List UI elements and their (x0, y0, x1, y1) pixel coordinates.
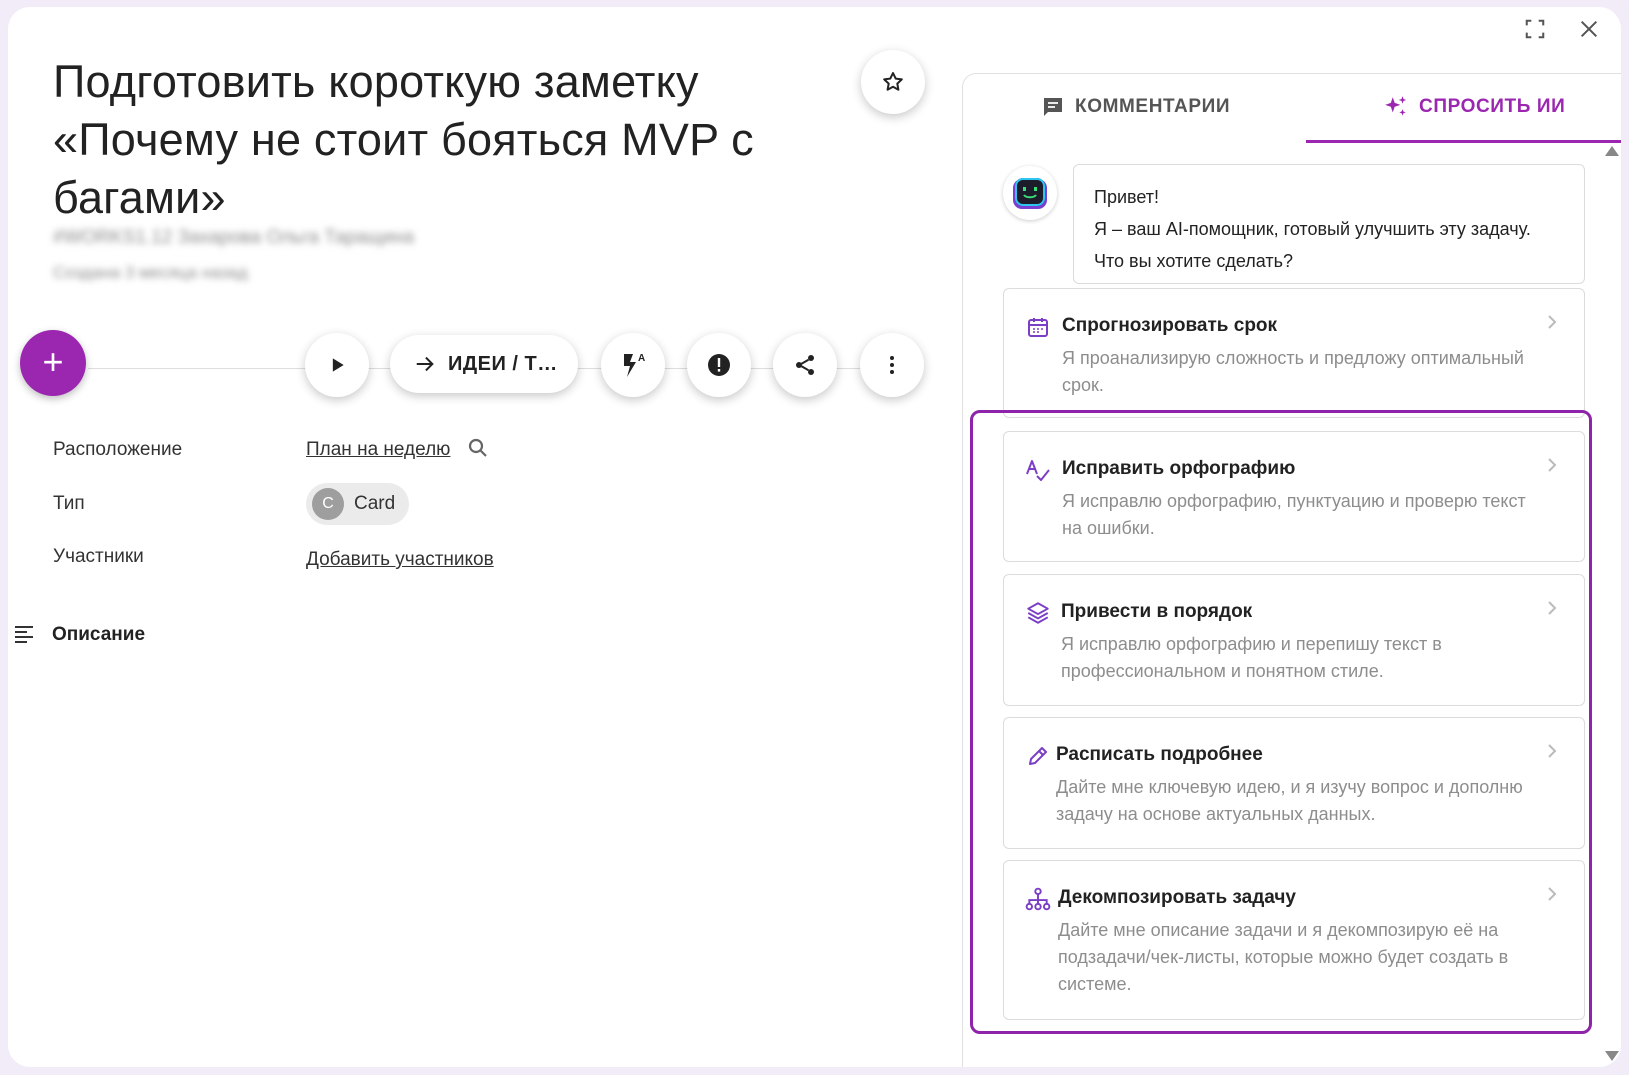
hierarchy-icon (1024, 885, 1052, 913)
task-title[interactable]: Подготовить короткую заметку «Почему не … (53, 53, 793, 227)
chevron-right-icon (1546, 313, 1558, 336)
scroll-up-arrow[interactable] (1605, 146, 1619, 156)
chevron-right-icon (1546, 742, 1558, 765)
action-forecast-deadline[interactable]: Спрогнозировать срок Я проанализирую сло… (1003, 288, 1585, 418)
location-link[interactable]: План на неделю (306, 439, 450, 461)
robot-icon (1013, 178, 1047, 209)
arrow-right-icon (416, 356, 434, 372)
action-title: Привести в порядок (1061, 601, 1253, 622)
alert-icon (708, 354, 730, 376)
ai-assistant-avatar (1003, 166, 1057, 220)
layers-icon (1024, 599, 1052, 627)
action-fix-spelling[interactable]: Исправить орфографию Я исправлю орфограф… (1003, 431, 1585, 562)
action-description: Дайте мне описание задачи и я декомпозир… (1058, 920, 1509, 994)
svg-text:A: A (638, 353, 645, 364)
share-icon (796, 355, 814, 375)
action-description: Я исправлю орфографию и перепишу текст в… (1061, 634, 1442, 681)
action-title: Спрогнозировать срок (1062, 315, 1278, 336)
search-icon (468, 438, 487, 457)
text-align-icon (15, 626, 33, 643)
favorite-button[interactable] (861, 50, 925, 114)
type-avatar: C (312, 488, 344, 520)
fullscreen-icon (1525, 19, 1545, 39)
action-title: Расписать подробнее (1056, 744, 1263, 765)
side-panel: КОММЕНТАРИИ СПРОСИТЬ ИИ Привет! Я – ваш … (962, 73, 1621, 1067)
ai-greeting-message: Привет! Я – ваш AI-помощник, готовый улу… (1073, 164, 1585, 284)
chevron-right-icon (1546, 599, 1558, 622)
priority-button[interactable] (687, 333, 751, 397)
type-chip[interactable]: C Card (306, 483, 410, 525)
description-header[interactable]: Описание (12, 623, 145, 647)
active-tab-indicator (1306, 140, 1621, 143)
calendar-icon (1024, 313, 1052, 341)
action-description: Я исправлю орфографию, пунктуацию и пров… (1062, 491, 1526, 538)
participants-label: Участники (53, 546, 144, 567)
more-button[interactable] (860, 333, 924, 397)
more-vertical-icon (890, 356, 894, 374)
close-button[interactable] (1575, 15, 1603, 43)
share-button[interactable] (773, 333, 837, 397)
action-tidy-up[interactable]: Привести в порядок Я исправлю орфографию… (1003, 574, 1585, 706)
action-elaborate[interactable]: Расписать подробнее Дайте мне ключевую и… (1003, 717, 1585, 849)
task-meta: #WORKS1.12 Захарова Ольга Таращина (53, 227, 415, 248)
close-icon (1580, 20, 1598, 38)
greeting-line-2: Я – ваш AI-помощник, готовый улучшить эт… (1094, 219, 1531, 271)
chevron-right-icon (1546, 885, 1558, 908)
type-label: Тип (53, 493, 85, 514)
automation-button[interactable]: A (601, 333, 665, 397)
greeting-line-1: Привет! (1094, 187, 1160, 207)
play-icon (332, 358, 344, 372)
location-search-button[interactable] (466, 436, 490, 465)
chevron-right-icon (1546, 456, 1558, 479)
lightning-auto-icon: A (624, 353, 645, 377)
action-title: Декомпозировать задачу (1058, 887, 1296, 908)
action-title: Исправить орфографию (1062, 458, 1296, 479)
action-description: Я проанализирую сложность и предложу опт… (1062, 348, 1524, 395)
sparkle-icon (1385, 96, 1407, 116)
fullscreen-button[interactable] (1521, 15, 1549, 43)
tab-ask-ai[interactable]: СПРОСИТЬ ИИ (1383, 74, 1565, 140)
type-value: Card (354, 493, 396, 514)
start-button[interactable] (305, 333, 369, 397)
add-participants-link[interactable]: Добавить участников (306, 549, 494, 571)
action-description: Дайте мне ключевую идею, и я изучу вопро… (1056, 777, 1523, 824)
tab-comments-label: КОММЕНТАРИИ (1075, 96, 1231, 117)
spellcheck-icon (1024, 456, 1052, 484)
add-button[interactable]: + (20, 330, 86, 396)
location-label: Расположение (53, 439, 183, 460)
description-label: Описание (52, 624, 146, 645)
tab-ask-ai-label: СПРОСИТЬ ИИ (1419, 96, 1566, 117)
pencil-icon (1024, 742, 1052, 770)
status-button[interactable]: ИДЕИ / Т… (390, 335, 578, 393)
star-icon (883, 72, 903, 91)
tab-comments[interactable]: КОММЕНТАРИИ (1041, 74, 1230, 140)
window-controls (1521, 15, 1603, 43)
comment-icon (1044, 98, 1062, 116)
status-label: ИДЕИ / Т… (448, 352, 558, 375)
action-decompose[interactable]: Декомпозировать задачу Дайте мне описани… (1003, 860, 1585, 1020)
task-dialog: Подготовить короткую заметку «Почему не … (8, 7, 1621, 1067)
scroll-down-arrow[interactable] (1605, 1051, 1619, 1061)
task-created: Создана 3 месяца назад (53, 263, 248, 282)
